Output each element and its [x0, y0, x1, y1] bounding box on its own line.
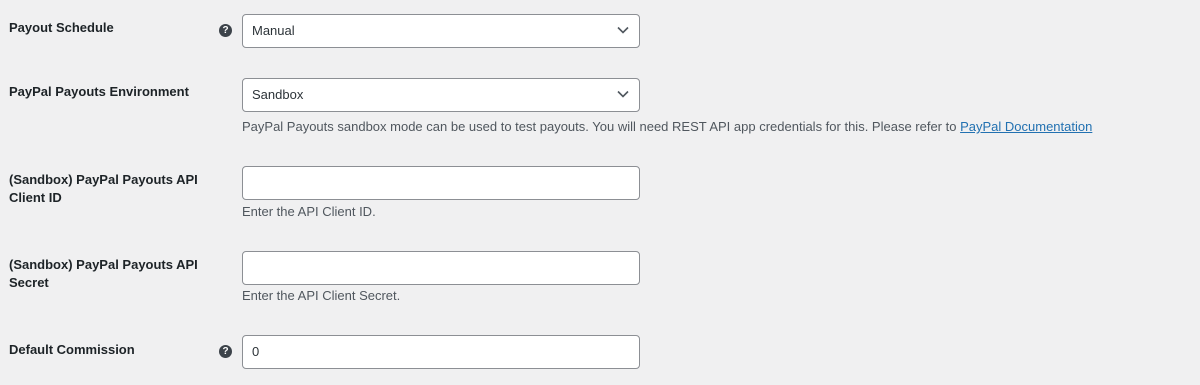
chevron-down-icon	[617, 26, 629, 34]
payouts-environment-label: PayPal Payouts Environment	[9, 84, 189, 99]
default-commission-value: 0	[252, 344, 260, 359]
api-secret-input[interactable]	[242, 251, 640, 285]
api-client-id-input[interactable]	[242, 166, 640, 200]
payouts-environment-description: PayPal Payouts sandbox mode can be used …	[242, 118, 1092, 136]
settings-form: Payout Schedule ? Manual PayPal Payouts …	[0, 0, 1200, 385]
default-commission-input[interactable]: 0	[242, 335, 640, 369]
chevron-down-icon	[617, 90, 629, 98]
paypal-documentation-link[interactable]: PayPal Documentation	[960, 119, 1092, 134]
payouts-environment-select[interactable]: Sandbox	[242, 78, 640, 112]
payout-schedule-value: Manual	[252, 23, 295, 38]
payout-schedule-select[interactable]: Manual	[242, 14, 640, 48]
api-secret-description: Enter the API Client Secret.	[242, 288, 401, 303]
question-circle-icon[interactable]: ?	[219, 345, 232, 358]
api-client-id-description: Enter the API Client ID.	[242, 204, 376, 219]
default-commission-label: Default Commission	[9, 342, 135, 357]
payout-schedule-label: Payout Schedule	[9, 20, 114, 35]
question-circle-icon[interactable]: ?	[219, 24, 232, 37]
api-secret-label: (Sandbox) PayPal Payouts API Secret	[9, 257, 198, 290]
payouts-environment-value: Sandbox	[252, 87, 304, 102]
payouts-environment-description-text: PayPal Payouts sandbox mode can be used …	[242, 119, 961, 134]
api-client-id-label: (Sandbox) PayPal Payouts API Client ID	[9, 172, 198, 205]
